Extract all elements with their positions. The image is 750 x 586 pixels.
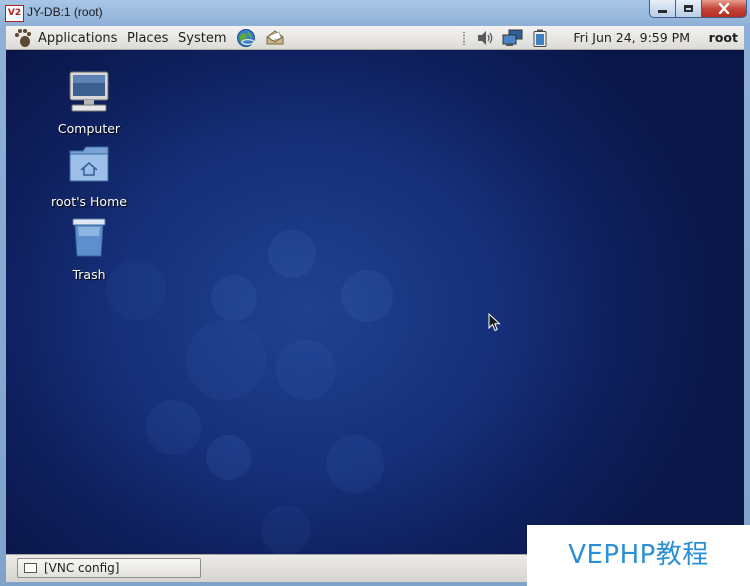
vnc-app-icon: V2 — [5, 5, 24, 22]
battery-icon[interactable] — [532, 29, 548, 47]
close-icon — [718, 3, 730, 14]
system-menu[interactable]: System — [178, 26, 226, 50]
desktop-icon-computer[interactable]: Computer — [44, 70, 134, 136]
panel-clock[interactable]: Fri Jun 24, 9:59 PM — [573, 30, 690, 45]
computer-icon — [69, 71, 109, 112]
web-browser-icon[interactable] — [236, 28, 256, 48]
desktop-background[interactable]: Computer root's Home Trash — [6, 50, 744, 555]
places-menu[interactable]: Places — [127, 26, 168, 50]
close-button[interactable] — [701, 0, 747, 18]
remote-screen[interactable]: Applications Places System Fri Jun 24, 9… — [6, 26, 744, 582]
mouse-cursor-icon — [488, 313, 501, 332]
desktop-icon-home-label: root's Home — [51, 194, 127, 209]
taskbar-button-vnc-config[interactable]: [VNC config] — [17, 558, 201, 578]
taskbar-button-label: [VNC config] — [44, 561, 120, 575]
email-client-icon[interactable] — [265, 28, 285, 48]
window-icon — [24, 563, 37, 573]
window-title: JY-DB:1 (root) — [27, 5, 103, 19]
panel-drag-handle[interactable] — [462, 31, 466, 45]
menu-system-label: System — [178, 30, 227, 46]
top-panel: Applications Places System Fri Jun 24, 9… — [6, 26, 744, 50]
desktop-icon-computer-label: Computer — [57, 121, 121, 136]
minimize-button[interactable] — [649, 0, 676, 18]
volume-icon[interactable] — [476, 29, 496, 47]
gnome-foot-icon — [14, 29, 32, 47]
watermark-text: VEPHP教程 — [527, 525, 750, 586]
home-folder-icon — [69, 146, 109, 182]
minimize-icon — [658, 9, 667, 13]
network-icon[interactable] — [502, 29, 524, 47]
vnc-viewer-window: V2 JY-DB:1 (root) Applications Places Sy… — [0, 0, 750, 586]
panel-user-menu[interactable]: root — [709, 30, 738, 45]
desktop-icon-trash[interactable]: Trash — [44, 216, 134, 282]
window-controls — [649, 0, 747, 20]
maximize-icon — [684, 5, 693, 12]
maximize-button[interactable] — [675, 0, 702, 18]
trash-icon — [72, 218, 106, 257]
applications-menu[interactable]: Applications — [6, 26, 117, 50]
desktop-icon-trash-label: Trash — [72, 267, 106, 282]
desktop-icon-home[interactable]: root's Home — [44, 143, 134, 209]
window-titlebar[interactable]: V2 JY-DB:1 (root) — [0, 0, 750, 26]
menu-applications-label: Applications — [38, 30, 118, 46]
menu-places-label: Places — [127, 30, 169, 46]
